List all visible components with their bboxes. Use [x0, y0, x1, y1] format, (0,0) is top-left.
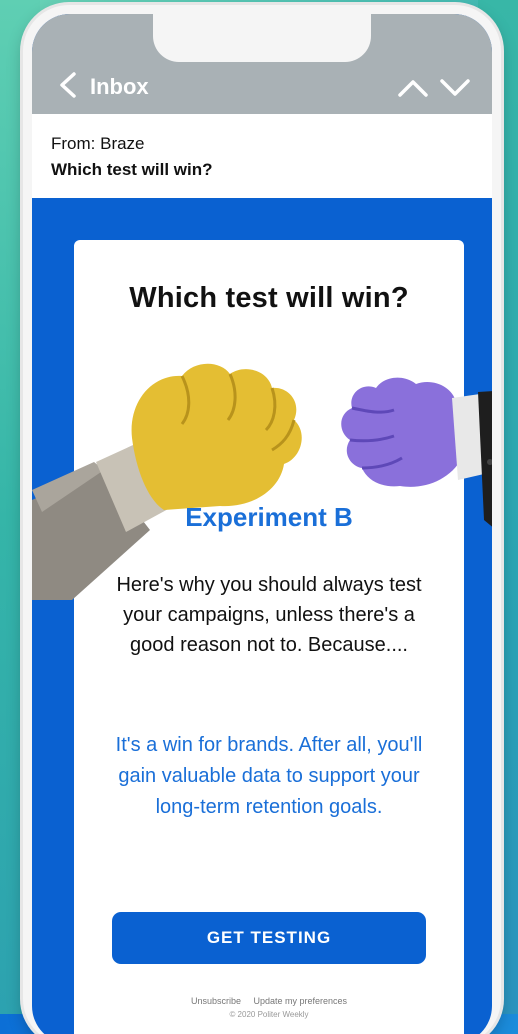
back-to-inbox-button[interactable]: Inbox — [90, 74, 149, 100]
email-header: From: Braze Which test will win? — [32, 114, 492, 198]
email-from: From: Braze — [51, 134, 145, 153]
experiment-label: Experiment B — [185, 502, 353, 532]
phone-frame: Inbox From: Braze Which test will win? W… — [23, 5, 501, 1034]
phone-screen: Inbox From: Braze Which test will win? W… — [32, 14, 492, 1034]
chevron-up-icon[interactable] — [398, 78, 428, 98]
email-subject: Which test will win? — [51, 160, 213, 179]
email-footer: Unsubscribe Update my preferences © 2020… — [74, 996, 464, 1019]
footer-copyright: © 2020 Politer Weekly — [229, 1010, 309, 1019]
card-title: Which test will win? — [129, 282, 409, 314]
phone-notch — [153, 14, 371, 62]
highlight-text: It's a win for brands. After all, you'll… — [115, 734, 423, 818]
get-testing-button[interactable]: GET TESTING — [112, 912, 426, 964]
email-card: Which test will win? Experiment B Here's… — [32, 240, 492, 1034]
preferences-link[interactable]: Update my preferences — [254, 996, 348, 1006]
chevron-down-icon[interactable] — [440, 78, 470, 98]
footer-links: Unsubscribe Update my preferences — [74, 996, 464, 1006]
unsubscribe-link[interactable]: Unsubscribe — [191, 996, 241, 1006]
fist-bump-illustration — [32, 363, 492, 600]
body-text: Here's why you should always test your c… — [116, 574, 422, 656]
chevron-left-icon[interactable] — [58, 72, 78, 98]
